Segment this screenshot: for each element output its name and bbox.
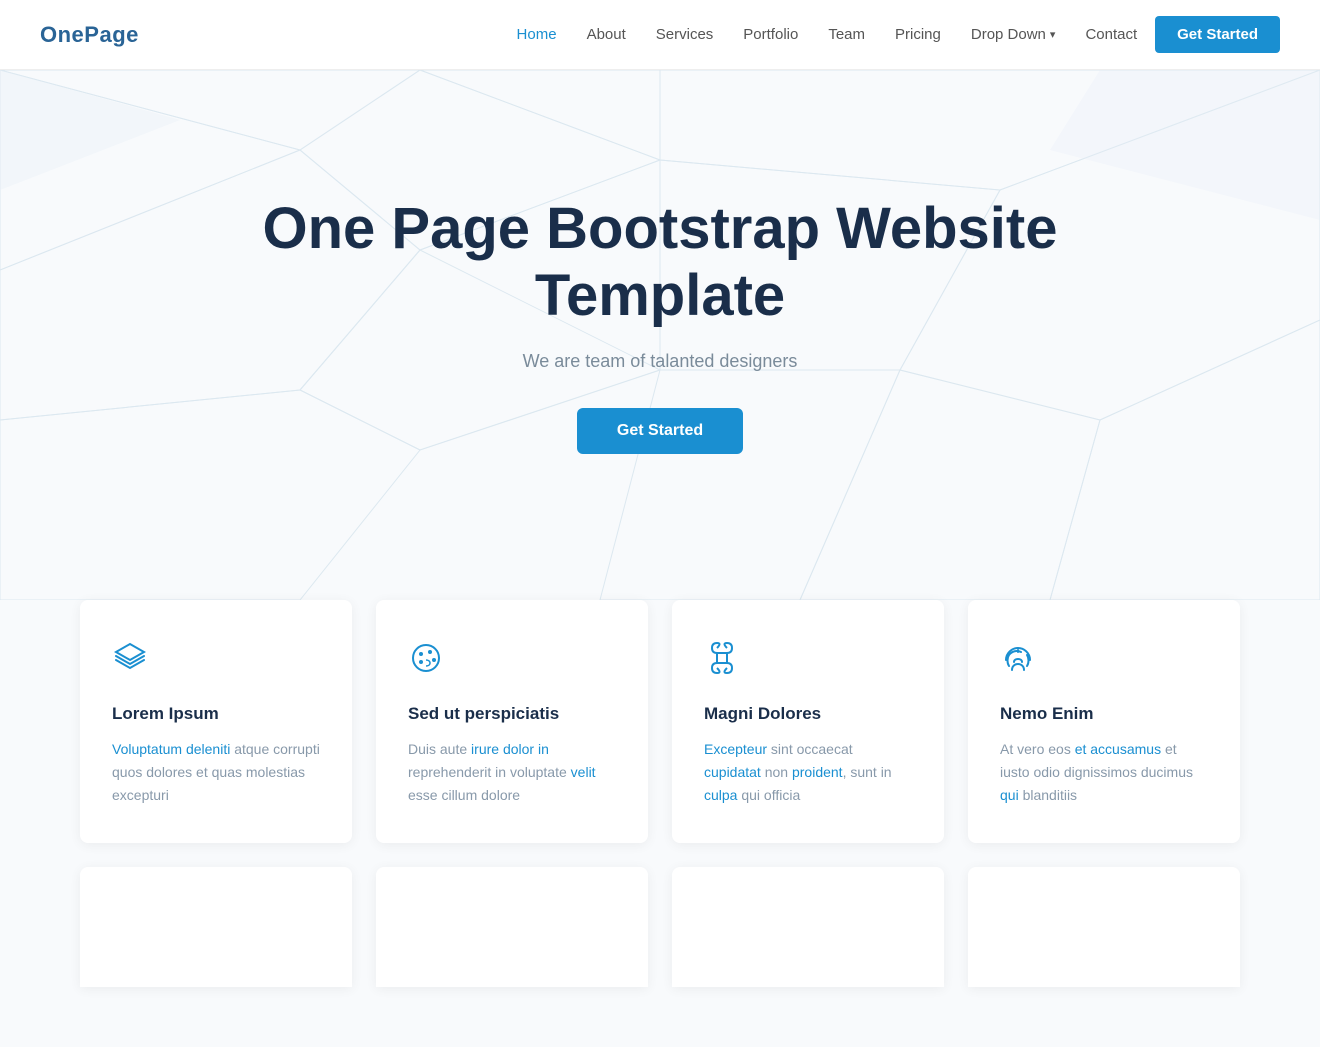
card-1-text: Voluptatum deleniti atque corrupti quos … [112, 738, 320, 807]
nav-link-home[interactable]: Home [505, 18, 569, 51]
card-partial-4 [968, 867, 1240, 987]
card-1: Lorem Ipsum Voluptatum deleniti atque co… [80, 600, 352, 843]
layers-icon [112, 640, 320, 684]
hero-subtitle: We are team of talanted designers [260, 351, 1060, 372]
cards-grid: Lorem Ipsum Voluptatum deleniti atque co… [80, 600, 1240, 843]
command-icon [704, 640, 912, 684]
nav-link-team[interactable]: Team [816, 18, 877, 51]
nav-item-about[interactable]: About [575, 26, 638, 44]
card-partial-3 [672, 867, 944, 987]
nav-item-pricing[interactable]: Pricing [883, 26, 953, 44]
chevron-down-icon: ▾ [1050, 28, 1056, 41]
card-3: Magni Dolores Excepteur sint occaecat cu… [672, 600, 944, 843]
card-partial-2 [376, 867, 648, 987]
card-partial-1 [80, 867, 352, 987]
card-4-text: At vero eos et accusamus et iusto odio d… [1000, 738, 1208, 807]
nav-item-cta[interactable]: Get Started [1155, 26, 1280, 44]
hero-title: One Page Bootstrap Website Template [260, 196, 1060, 329]
nav-item-contact[interactable]: Contact [1073, 26, 1149, 44]
nav-cta-button[interactable]: Get Started [1155, 16, 1280, 53]
nav-link-portfolio[interactable]: Portfolio [731, 18, 810, 51]
hero-content: One Page Bootstrap Website Template We a… [260, 196, 1060, 454]
card-1-title: Lorem Ipsum [112, 704, 320, 724]
nav-item-portfolio[interactable]: Portfolio [731, 26, 810, 44]
nav-item-team[interactable]: Team [816, 26, 877, 44]
hero-cta-button[interactable]: Get Started [577, 408, 743, 454]
nav-item-home[interactable]: Home [505, 26, 569, 44]
card-3-text: Excepteur sint occaecat cupidatat non pr… [704, 738, 912, 807]
nav-link-contact[interactable]: Contact [1073, 18, 1149, 51]
hero-section: One Page Bootstrap Website Template We a… [0, 70, 1320, 600]
cards-section: Lorem Ipsum Voluptatum deleniti atque co… [0, 600, 1320, 1047]
card-2: Sed ut perspiciatis Duis aute irure dolo… [376, 600, 648, 843]
cards-row2 [80, 867, 1240, 987]
nav-links: Home About Services Portfolio Team Prici… [505, 18, 1280, 51]
nav-item-services[interactable]: Services [644, 26, 726, 44]
navbar: OnePage Home About Services Portfolio Te… [0, 0, 1320, 70]
fingerprint-icon [1000, 640, 1208, 684]
card-4: Nemo Enim At vero eos et accusamus et iu… [968, 600, 1240, 843]
nav-link-about[interactable]: About [575, 18, 638, 51]
nav-link-pricing[interactable]: Pricing [883, 18, 953, 51]
palette-icon [408, 640, 616, 684]
nav-link-services[interactable]: Services [644, 18, 726, 51]
card-3-title: Magni Dolores [704, 704, 912, 724]
card-4-title: Nemo Enim [1000, 704, 1208, 724]
nav-item-dropdown[interactable]: Drop Down ▾ [959, 18, 1068, 51]
card-2-text: Duis aute irure dolor in reprehenderit i… [408, 738, 616, 807]
card-2-title: Sed ut perspiciatis [408, 704, 616, 724]
brand-logo[interactable]: OnePage [40, 22, 139, 48]
nav-link-dropdown[interactable]: Drop Down ▾ [959, 18, 1068, 51]
